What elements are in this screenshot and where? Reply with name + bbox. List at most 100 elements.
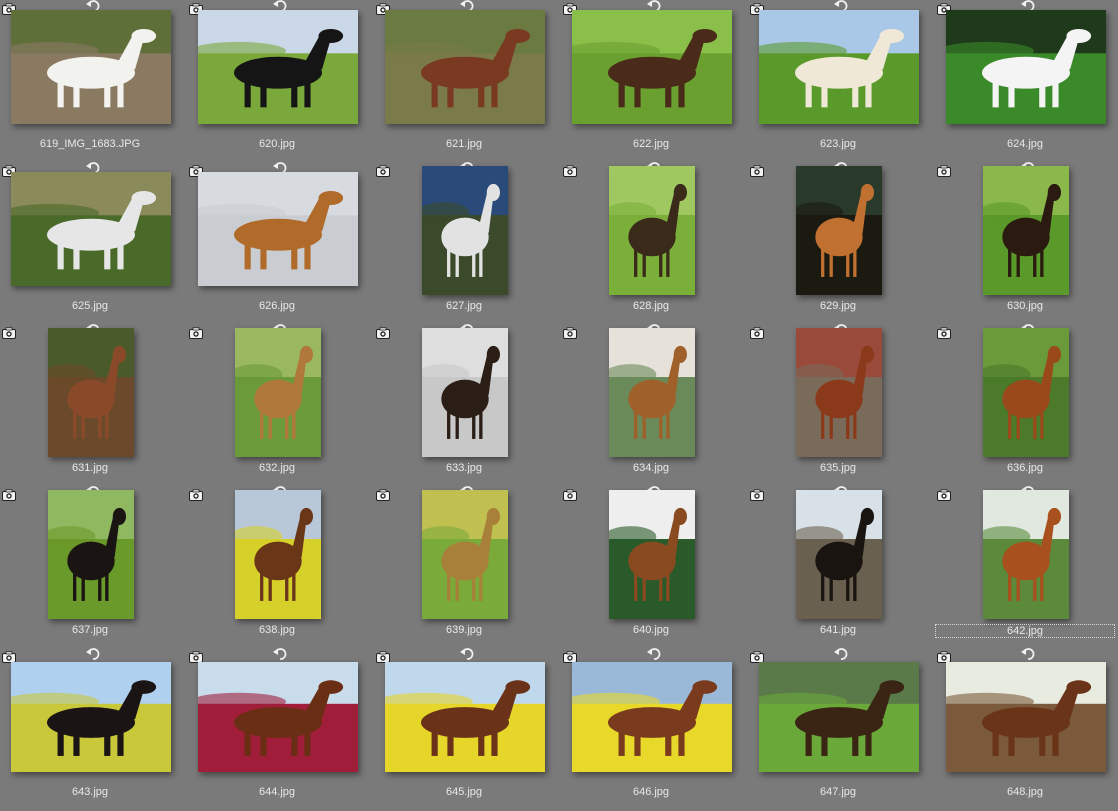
thumbnail-image[interactable]: [946, 662, 1106, 772]
thumbnail-image[interactable]: [759, 662, 919, 772]
thumbnail-image[interactable]: [235, 490, 321, 619]
thumbnail-item[interactable]: 624.jpg: [935, 0, 1118, 160]
thumbnail-item[interactable]: 628.jpg: [561, 162, 748, 322]
thumbnail-filename: 631.jpg: [71, 462, 109, 474]
camera-icon: [563, 164, 577, 177]
rotate-icon[interactable]: [833, 647, 849, 661]
thumbnail-item[interactable]: 631.jpg: [0, 324, 187, 484]
thumbnail-image[interactable]: [11, 662, 171, 772]
thumbnail-item[interactable]: 642.jpg: [935, 486, 1118, 646]
thumbnail-item[interactable]: 621.jpg: [374, 0, 561, 160]
thumbnail-item[interactable]: 625.jpg: [0, 162, 187, 322]
thumbnail-image[interactable]: [235, 328, 321, 457]
thumbnail-image[interactable]: [11, 10, 171, 124]
thumbnail-item[interactable]: 633.jpg: [374, 324, 561, 484]
thumbnail-filename: 638.jpg: [258, 624, 296, 636]
thumbnail-filename: 645.jpg: [445, 786, 483, 798]
camera-icon: [563, 650, 577, 663]
thumbnail-filename: 619_IMG_1683.JPG: [39, 138, 141, 150]
rotate-icon[interactable]: [646, 647, 662, 661]
thumbnail-item[interactable]: 637.jpg: [0, 486, 187, 646]
camera-icon: [750, 650, 764, 663]
thumbnail-image[interactable]: [198, 172, 358, 286]
thumbnail-item[interactable]: 638.jpg: [187, 486, 374, 646]
thumbnail-filename: 628.jpg: [632, 300, 670, 312]
thumbnail-item[interactable]: 635.jpg: [748, 324, 935, 484]
thumbnail-filename: 639.jpg: [445, 624, 483, 636]
camera-icon: [937, 326, 951, 339]
thumbnail-item[interactable]: 636.jpg: [935, 324, 1118, 484]
thumbnail-image[interactable]: [198, 662, 358, 772]
rotate-icon[interactable]: [1020, 647, 1036, 661]
thumbnail-filename: 625.jpg: [71, 300, 109, 312]
thumbnail-image[interactable]: [11, 172, 171, 286]
thumbnail-item[interactable]: 639.jpg: [374, 486, 561, 646]
thumbnail-item[interactable]: 634.jpg: [561, 324, 748, 484]
thumbnail-item[interactable]: 619_IMG_1683.JPG: [0, 0, 187, 160]
camera-icon: [2, 650, 16, 663]
camera-icon: [750, 488, 764, 501]
thumbnail-image[interactable]: [572, 10, 732, 124]
camera-icon: [189, 326, 203, 339]
thumbnail-item[interactable]: 644.jpg: [187, 648, 374, 808]
thumbnail-item[interactable]: 630.jpg: [935, 162, 1118, 322]
thumbnail-filename: 627.jpg: [445, 300, 483, 312]
thumbnail-item[interactable]: 640.jpg: [561, 486, 748, 646]
rotate-icon[interactable]: [272, 647, 288, 661]
thumbnail-image[interactable]: [422, 490, 508, 619]
thumbnail-image[interactable]: [796, 328, 882, 457]
thumbnail-image[interactable]: [48, 490, 134, 619]
camera-icon: [937, 164, 951, 177]
thumbnail-filename: 644.jpg: [258, 786, 296, 798]
thumbnail-item[interactable]: 646.jpg: [561, 648, 748, 808]
thumbnail-item[interactable]: 647.jpg: [748, 648, 935, 808]
thumbnail-filename: 623.jpg: [819, 138, 857, 150]
thumbnail-filename: 634.jpg: [632, 462, 670, 474]
camera-icon: [376, 488, 390, 501]
thumbnail-image[interactable]: [609, 490, 695, 619]
thumbnail-item[interactable]: 645.jpg: [374, 648, 561, 808]
thumbnail-filename: 636.jpg: [1006, 462, 1044, 474]
camera-icon: [563, 488, 577, 501]
thumbnail-filename: 624.jpg: [1006, 138, 1044, 150]
camera-icon: [750, 326, 764, 339]
rotate-icon[interactable]: [459, 647, 475, 661]
thumbnail-image[interactable]: [983, 490, 1069, 619]
thumbnail-image[interactable]: [422, 166, 508, 295]
thumbnail-image[interactable]: [983, 328, 1069, 457]
rotate-icon[interactable]: [85, 647, 101, 661]
thumbnail-image[interactable]: [609, 166, 695, 295]
thumbnail-item[interactable]: 641.jpg: [748, 486, 935, 646]
thumbnail-image[interactable]: [796, 490, 882, 619]
thumbnail-image[interactable]: [796, 166, 882, 295]
thumbnail-image[interactable]: [946, 10, 1106, 124]
thumbnail-image[interactable]: [198, 10, 358, 124]
thumbnail-image[interactable]: [385, 10, 545, 124]
thumbnail-filename: 626.jpg: [258, 300, 296, 312]
camera-icon: [937, 650, 951, 663]
thumbnail-image[interactable]: [422, 328, 508, 457]
thumbnail-image[interactable]: [759, 10, 919, 124]
thumbnail-filename: 641.jpg: [819, 624, 857, 636]
thumbnail-filename: 632.jpg: [258, 462, 296, 474]
thumbnail-image[interactable]: [385, 662, 545, 772]
thumbnail-filename: 635.jpg: [819, 462, 857, 474]
thumbnail-item[interactable]: 620.jpg: [187, 0, 374, 160]
thumbnail-item[interactable]: 632.jpg: [187, 324, 374, 484]
thumbnail-image[interactable]: [609, 328, 695, 457]
thumbnail-item[interactable]: 626.jpg: [187, 162, 374, 322]
camera-icon: [563, 326, 577, 339]
thumbnail-item[interactable]: 643.jpg: [0, 648, 187, 808]
thumbnail-image[interactable]: [983, 166, 1069, 295]
thumbnail-item[interactable]: 622.jpg: [561, 0, 748, 160]
thumbnail-item[interactable]: 623.jpg: [748, 0, 935, 160]
thumbnail-item[interactable]: 627.jpg: [374, 162, 561, 322]
thumbnail-image[interactable]: [48, 328, 134, 457]
thumbnail-image[interactable]: [572, 662, 732, 772]
camera-icon: [2, 326, 16, 339]
thumbnail-filename: 630.jpg: [1006, 300, 1044, 312]
thumbnail-item[interactable]: 629.jpg: [748, 162, 935, 322]
thumbnail-filename: 647.jpg: [819, 786, 857, 798]
thumbnail-item[interactable]: 648.jpg: [935, 648, 1118, 808]
camera-icon: [376, 650, 390, 663]
